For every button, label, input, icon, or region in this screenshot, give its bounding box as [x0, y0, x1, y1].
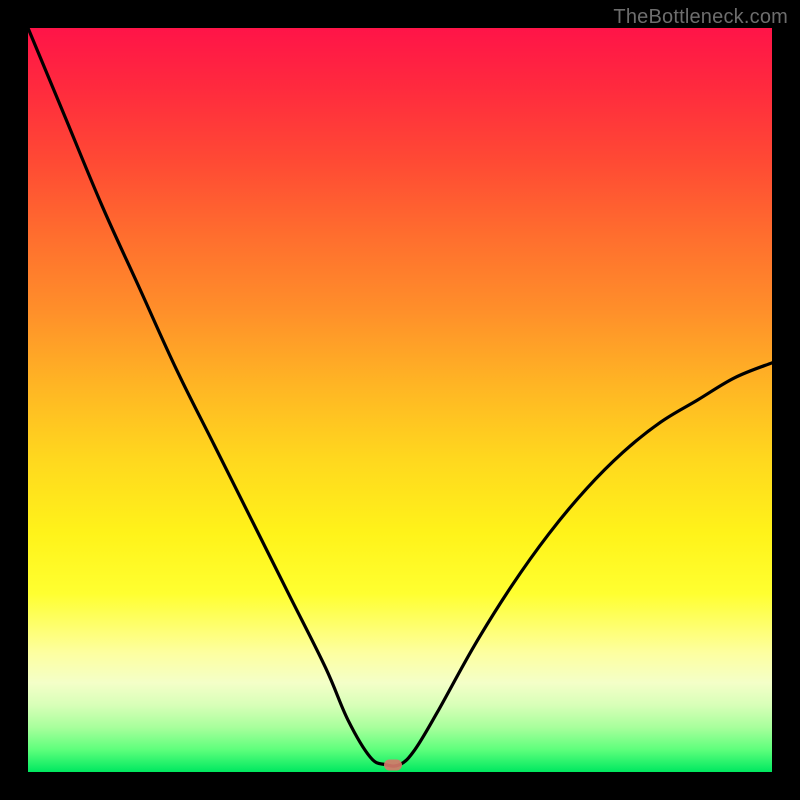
watermark-text: TheBottleneck.com	[613, 6, 788, 29]
optimal-point-marker	[384, 759, 402, 770]
bottleneck-curve	[28, 28, 772, 772]
chart-frame: TheBottleneck.com	[0, 0, 800, 800]
chart-plot-area	[28, 28, 772, 772]
